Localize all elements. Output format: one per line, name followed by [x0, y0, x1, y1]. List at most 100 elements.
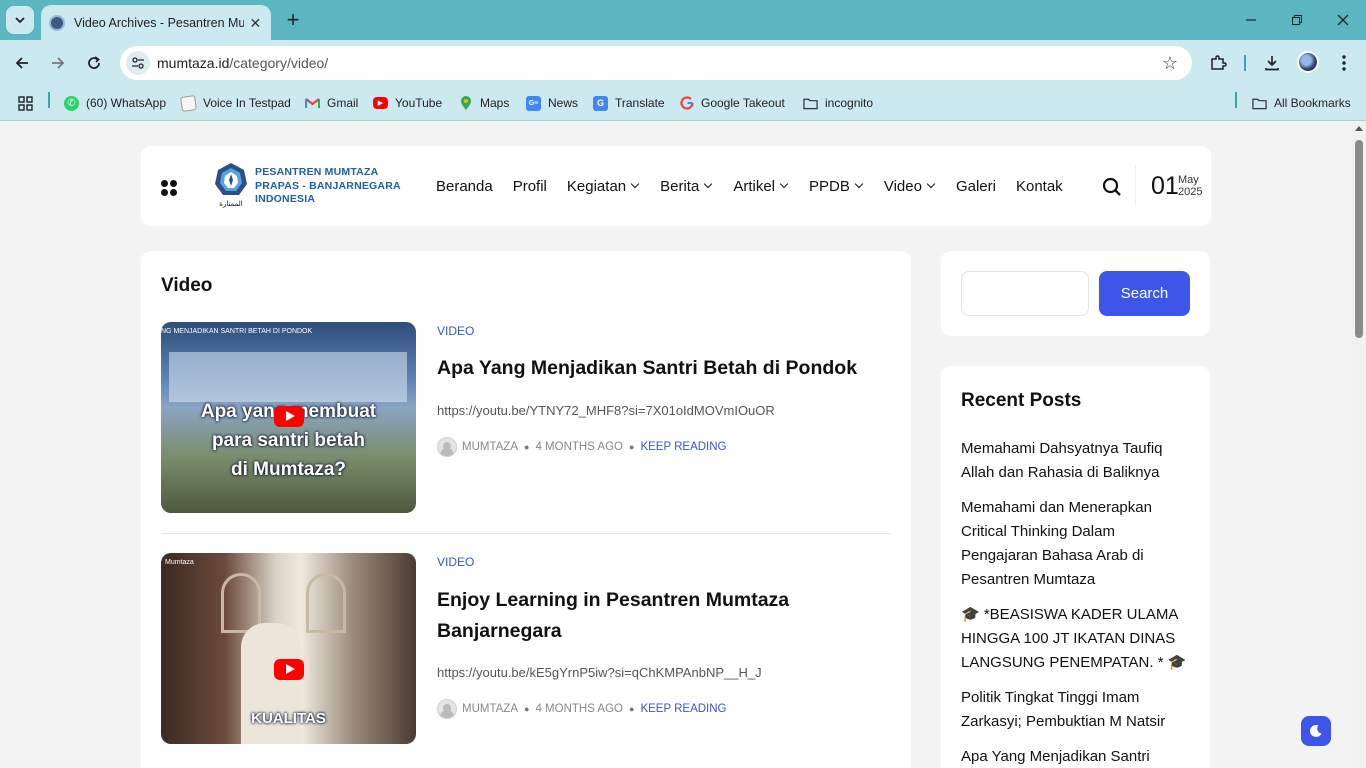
minimize-button[interactable] — [1239, 8, 1263, 32]
sidebar-search-button[interactable]: Search — [1099, 271, 1190, 316]
post-meta: MUMTAZA ● 4 MONTHS AGO ● KEEP READING — [437, 437, 727, 457]
scroll-up-arrow-icon[interactable] — [1355, 126, 1363, 131]
bookmark-star-icon[interactable]: ☆ — [1162, 53, 1178, 73]
restore-icon — [1292, 15, 1302, 25]
bookmark-whatsapp[interactable]: ✆ (60) WhatsApp — [64, 93, 166, 113]
recent-post-link[interactable]: 🎓 *BEASISWA KADER ULAMA HINGGA 100 JT IK… — [961, 603, 1191, 675]
browser-tab-active[interactable]: Video Archives - Pesantren Mumtaza ✕ — [41, 5, 271, 40]
tab-search-button[interactable] — [6, 6, 34, 34]
forward-button[interactable] — [46, 51, 70, 75]
folder-icon — [1252, 96, 1267, 111]
date-month: May — [1178, 174, 1199, 186]
nav-beranda[interactable]: Beranda — [436, 178, 493, 195]
profile-avatar[interactable] — [1297, 51, 1319, 73]
logo-line: INDONESIA — [255, 193, 316, 205]
reload-button[interactable] — [82, 51, 106, 75]
nav-label: Beranda — [436, 177, 493, 195]
all-bookmarks-button[interactable]: All Bookmarks — [1252, 93, 1351, 113]
bookmark-google-takeout[interactable]: Google Takeout — [679, 93, 785, 113]
bookmark-label: Translate — [615, 96, 665, 110]
youtube-play-icon[interactable] — [274, 406, 304, 427]
nav-profil[interactable]: Profil — [513, 178, 547, 195]
bookmark-folder-incognito[interactable]: incognito — [803, 93, 873, 113]
post-category[interactable]: VIDEO — [437, 324, 474, 338]
date-month-year: May 2025 — [1178, 174, 1202, 198]
site-logo-text[interactable]: PESANTREN MUMTAZA PRAPAS - BANJARNEGARA … — [255, 166, 401, 207]
caption-line: KUALITAS — [251, 710, 326, 727]
address-bar[interactable]: mumtaza.id/category/video/ ☆ — [120, 46, 1192, 80]
moon-icon — [1310, 724, 1322, 737]
scrollbar-thumb[interactable] — [1355, 140, 1363, 338]
recent-post-link[interactable]: Apa Yang Menjadikan Santri — [961, 745, 1191, 768]
recent-post-link[interactable]: Memahami Dahsyatnya Taufiq Allah dan Rah… — [961, 437, 1191, 485]
gmail-icon — [305, 96, 320, 111]
bookmark-label: Google Takeout — [701, 96, 785, 110]
header-divider — [1135, 166, 1136, 206]
apps-grid-icon — [18, 95, 33, 111]
nav-label: Kegiatan — [566, 177, 627, 195]
site-favicon-icon — [49, 14, 65, 31]
bookmark-voice-in-testpad[interactable]: Voice In Testpad — [180, 93, 291, 113]
post-thumbnail-video[interactable]: NG MENJADIKAN SANTRI BETAH DI PONDOK Apa… — [161, 322, 416, 513]
site-info-icon[interactable] — [126, 51, 150, 75]
post-title[interactable]: Apa Yang Menjadikan Santri Betah di Pond… — [437, 353, 877, 384]
recent-posts-widget: Recent Posts Memahami Dahsyatnya Taufiq … — [941, 366, 1210, 768]
arrow-right-icon — [52, 57, 65, 69]
date-year: 2025 — [1178, 186, 1203, 198]
bookmark-youtube[interactable]: ▶ YouTube — [373, 93, 442, 113]
web-page: الممتازة PESANTREN MUMTAZA PRAPAS - BANJ… — [0, 122, 1352, 768]
close-icon — [1337, 14, 1349, 26]
nav-kontak[interactable]: Kontak — [1016, 178, 1063, 195]
chevron-down-icon — [704, 179, 713, 189]
author-avatar[interactable] — [437, 699, 457, 719]
post-author[interactable]: MUMTAZA — [462, 441, 518, 453]
extensions-button[interactable] — [1206, 51, 1230, 75]
close-window-button[interactable] — [1331, 8, 1355, 32]
offcanvas-menu-icon[interactable] — [161, 180, 177, 196]
bookmark-news[interactable]: G≡ News — [526, 93, 578, 113]
nav-ppdb[interactable]: PPDB — [809, 178, 864, 195]
site-logo-icon[interactable]: الممتازة — [213, 161, 249, 209]
main-navigation: Beranda Profil Kegiatan Berita Artikel P… — [436, 176, 1063, 196]
keep-reading-link[interactable]: KEEP READING — [640, 703, 726, 715]
new-tab-button[interactable]: + — [283, 9, 303, 31]
nav-galeri[interactable]: Galeri — [956, 178, 996, 195]
recent-post-link[interactable]: Politik Tingkat Tinggi Imam Zarkasyi; Pe… — [961, 686, 1191, 734]
restore-button[interactable] — [1285, 8, 1309, 32]
chevron-down-icon — [15, 17, 25, 24]
back-button[interactable] — [10, 51, 34, 75]
sidebar-search-input[interactable] — [961, 271, 1089, 316]
meta-separator: ● — [524, 704, 530, 714]
dark-mode-toggle[interactable] — [1301, 716, 1331, 746]
bookmark-gmail[interactable]: Gmail — [305, 93, 358, 113]
bookmark-label: Maps — [480, 96, 510, 110]
nav-artikel[interactable]: Artikel — [733, 178, 789, 195]
folder-icon — [803, 96, 818, 111]
nav-kegiatan[interactable]: Kegiatan — [566, 177, 640, 195]
youtube-play-icon[interactable] — [274, 659, 304, 680]
close-tab-icon[interactable]: ✕ — [248, 15, 263, 31]
nav-berita[interactable]: Berita — [660, 178, 713, 195]
post-category[interactable]: VIDEO — [437, 555, 474, 569]
downloads-button[interactable] — [1260, 51, 1284, 75]
caption-line: di Mumtaza? — [230, 459, 347, 480]
bookmark-label: incognito — [825, 96, 874, 110]
post-thumbnail-video[interactable]: Mumtaza KUALITAS — [161, 553, 416, 744]
page-scrollbar[interactable] — [1352, 122, 1366, 768]
browser-menu-button[interactable] — [1332, 51, 1356, 75]
bookmark-translate[interactable]: G Translate — [593, 93, 665, 113]
nav-label: Galeri — [955, 177, 996, 195]
post-title[interactable]: Enjoy Learning in Pesantren Mumtaza Banj… — [437, 585, 877, 647]
author-avatar[interactable] — [437, 437, 457, 457]
caption-line: para santri betah — [211, 430, 366, 451]
nav-video[interactable]: Video — [884, 178, 936, 195]
apps-button[interactable] — [18, 93, 33, 113]
thumbnail-top-text: NG MENJADIKAN SANTRI BETAH DI PONDOK — [161, 328, 313, 335]
bookmark-maps[interactable]: Maps — [458, 93, 509, 113]
url-text: mumtaza.id/category/video/ — [157, 55, 328, 71]
search-icon[interactable] — [1102, 177, 1122, 197]
recent-post-link[interactable]: Memahami dan Menerapkan Critical Thinkin… — [961, 496, 1191, 592]
keep-reading-link[interactable]: KEEP READING — [640, 441, 726, 453]
post-author[interactable]: MUMTAZA — [462, 703, 518, 715]
bookmark-label: Gmail — [327, 96, 359, 110]
